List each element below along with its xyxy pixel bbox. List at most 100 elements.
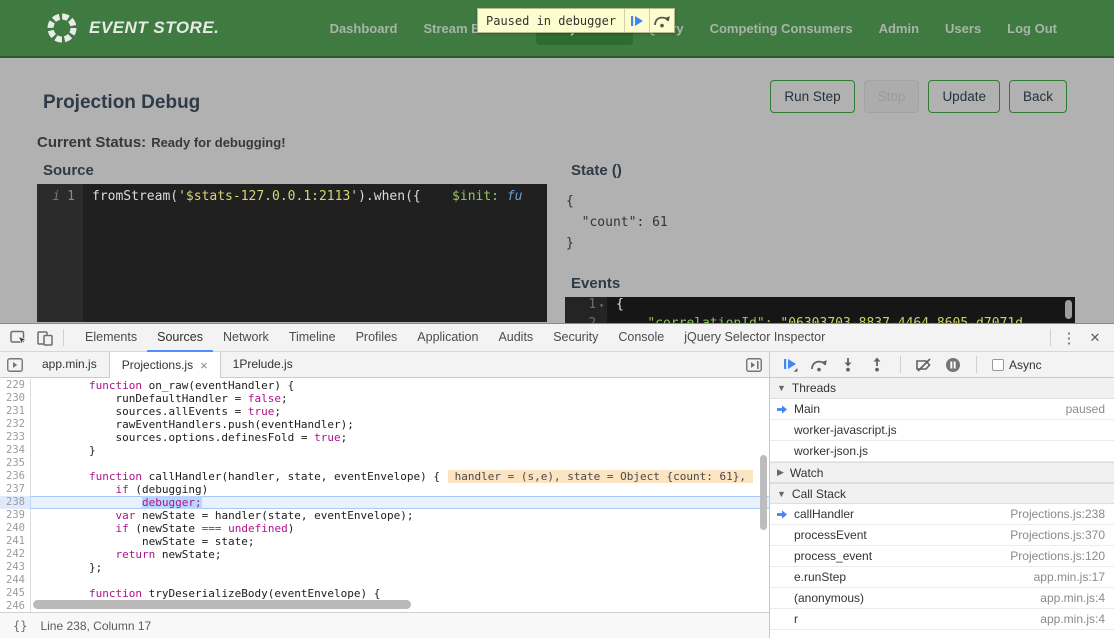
update-button[interactable]: Update xyxy=(928,80,1000,113)
thread-row[interactable]: worker-javascript.js xyxy=(770,420,1114,441)
devtools-close-icon[interactable]: ✕ xyxy=(1082,326,1108,350)
pause-on-exceptions-button[interactable] xyxy=(942,354,964,376)
deactivate-breakpoints-button[interactable] xyxy=(913,354,935,376)
line-number-gutter[interactable]: 238 xyxy=(0,496,31,509)
code-line: 229 function on_raw(eventHandler) { xyxy=(0,379,769,392)
devtools-tab-jquery-selector-inspector[interactable]: jQuery Selector Inspector xyxy=(674,324,835,352)
line-number-gutter[interactable]: 235 xyxy=(0,457,31,470)
line-number-gutter[interactable]: 233 xyxy=(0,431,31,444)
sources-editor-pane: app.min.js Projections.js×1Prelude.js 229… xyxy=(0,352,770,638)
devtools-tab-console[interactable]: Console xyxy=(608,324,674,352)
line-number-gutter[interactable]: 243 xyxy=(0,561,31,574)
line-number-gutter[interactable]: 231 xyxy=(0,405,31,418)
call-stack-frame[interactable]: e.runStepapp.min.js:17 xyxy=(770,567,1114,588)
nav-item-users[interactable]: Users xyxy=(932,12,994,45)
run-step-button[interactable]: Run Step xyxy=(770,80,854,113)
source-code-editor[interactable]: i1 fromStream('$stats-127.0.0.1:2113').w… xyxy=(37,184,547,322)
call-stack-frame[interactable]: (anonymous)app.min.js:4 xyxy=(770,588,1114,609)
nav-item-dashboard[interactable]: Dashboard xyxy=(317,12,411,45)
line-number-gutter[interactable]: 229 xyxy=(0,379,31,392)
pretty-print-icon[interactable]: {} xyxy=(13,619,27,633)
paused-label: Paused in debugger xyxy=(478,9,624,32)
cursor-position: Line 238, Column 17 xyxy=(40,619,151,633)
eventstore-logo[interactable]: EVENT STORE. xyxy=(45,11,219,45)
async-checkbox[interactable]: Async xyxy=(992,358,1042,372)
devtools-menu-icon[interactable]: ⋮ xyxy=(1056,326,1082,350)
line-number-gutter[interactable]: 244 xyxy=(0,574,31,587)
call-stack-frame[interactable]: process_eventProjections.js:120 xyxy=(770,546,1114,567)
devtools-tab-application[interactable]: Application xyxy=(407,324,488,352)
step-into-button[interactable] xyxy=(837,354,859,376)
resume-script-button[interactable] xyxy=(779,354,801,376)
thread-name: Main xyxy=(794,402,820,416)
call-stack-frame[interactable]: rapp.min.js:4 xyxy=(770,609,1114,630)
step-over-icon[interactable] xyxy=(649,9,674,32)
device-toolbar-icon[interactable] xyxy=(32,326,58,350)
source-panel: Source i1 fromStream('$stats-127.0.0.1:2… xyxy=(37,156,547,324)
line-number-gutter[interactable]: 245 xyxy=(0,587,31,600)
step-over-button[interactable] xyxy=(808,354,830,376)
events-gutter: 1▾ xyxy=(565,297,607,316)
file-tab-app-min-js[interactable]: app.min.js xyxy=(30,352,109,377)
thread-row[interactable]: worker-json.js xyxy=(770,441,1114,462)
devtools-tab-sources[interactable]: Sources xyxy=(147,324,213,352)
line-number-gutter[interactable]: 241 xyxy=(0,535,31,548)
frame-function: process_event xyxy=(794,549,872,563)
events-scrollbar-thumb[interactable] xyxy=(1065,300,1072,319)
line-number-gutter[interactable]: 237 xyxy=(0,483,31,496)
devtools-tab-security[interactable]: Security xyxy=(543,324,608,352)
step-out-button[interactable] xyxy=(866,354,888,376)
show-sidebar-icon[interactable] xyxy=(739,352,769,377)
resume-script-icon[interactable] xyxy=(624,9,649,32)
code-line: 236 function callHandler(handler, state,… xyxy=(0,470,769,483)
line-number-gutter[interactable]: 246 xyxy=(0,600,31,612)
devtools-tab-profiles[interactable]: Profiles xyxy=(346,324,408,352)
state-json: { "count": 61 } xyxy=(566,191,1075,254)
vertical-scrollbar-thumb[interactable] xyxy=(760,455,767,530)
horizontal-scrollbar-thumb[interactable] xyxy=(33,600,411,609)
watch-section-header[interactable]: ▶ Watch xyxy=(770,462,1114,483)
line-number-gutter[interactable]: 240 xyxy=(0,522,31,535)
nav-item-competing-consumers[interactable]: Competing Consumers xyxy=(697,12,866,45)
events-editor[interactable]: 1▾ { 2▾ "correlationId": "06303703-8837-… xyxy=(565,297,1075,324)
code-gap xyxy=(421,189,452,204)
devtools-tab-timeline[interactable]: Timeline xyxy=(279,324,346,352)
threads-section-header[interactable]: ▼ Threads xyxy=(770,378,1114,399)
checkbox-icon[interactable] xyxy=(992,359,1004,371)
devtools-tab-audits[interactable]: Audits xyxy=(488,324,543,352)
nav-item-log-out[interactable]: Log Out xyxy=(994,12,1070,45)
frame-function: e.runStep xyxy=(794,570,846,584)
code-line: 230 runDefaultHandler = false; xyxy=(0,392,769,405)
toolbar-divider xyxy=(900,356,901,373)
code-line: 245 function tryDeserializeBody(eventEnv… xyxy=(0,587,769,600)
line-number-gutter[interactable]: 236 xyxy=(0,470,31,483)
line-number-gutter[interactable]: 234 xyxy=(0,444,31,457)
code-editor[interactable]: 229 function on_raw(eventHandler) {230 r… xyxy=(0,378,769,612)
call-stack-frame[interactable]: callHandlerProjections.js:238 xyxy=(770,504,1114,525)
thread-row[interactable]: Mainpaused xyxy=(770,399,1114,420)
call-stack-section-header[interactable]: ▼ Call Stack xyxy=(770,483,1114,504)
call-stack-frame[interactable]: processEventProjections.js:370 xyxy=(770,525,1114,546)
show-navigator-icon[interactable] xyxy=(0,352,30,377)
back-button[interactable]: Back xyxy=(1009,80,1067,113)
sidebar-filler xyxy=(770,630,1114,638)
file-tab-1prelude-js[interactable]: 1Prelude.js xyxy=(221,352,305,377)
nav-item-admin[interactable]: Admin xyxy=(866,12,932,45)
code-text xyxy=(31,457,36,470)
fold-arrow-icon[interactable]: ▾ xyxy=(599,301,604,310)
code-line: 241 newState = state; xyxy=(0,535,769,548)
close-tab-icon[interactable]: × xyxy=(200,353,208,378)
code-line: 237 if (debugging) xyxy=(0,483,769,496)
async-label: Async xyxy=(1009,358,1042,372)
file-tab-projections-js[interactable]: Projections.js× xyxy=(109,352,221,378)
inspect-element-icon[interactable] xyxy=(6,326,32,350)
line-number-gutter[interactable]: 242 xyxy=(0,548,31,561)
devtools-tab-elements[interactable]: Elements xyxy=(75,324,147,352)
expanded-triangle-icon: ▼ xyxy=(777,383,786,393)
inline-value-annotation: handler = (s,e), state = Object {count: … xyxy=(448,470,753,483)
devtools-tab-network[interactable]: Network xyxy=(213,324,279,352)
file-tab-label: app.min.js xyxy=(42,352,97,377)
line-number-gutter[interactable]: 232 xyxy=(0,418,31,431)
line-number-gutter[interactable]: 239 xyxy=(0,509,31,522)
line-number-gutter[interactable]: 230 xyxy=(0,392,31,405)
